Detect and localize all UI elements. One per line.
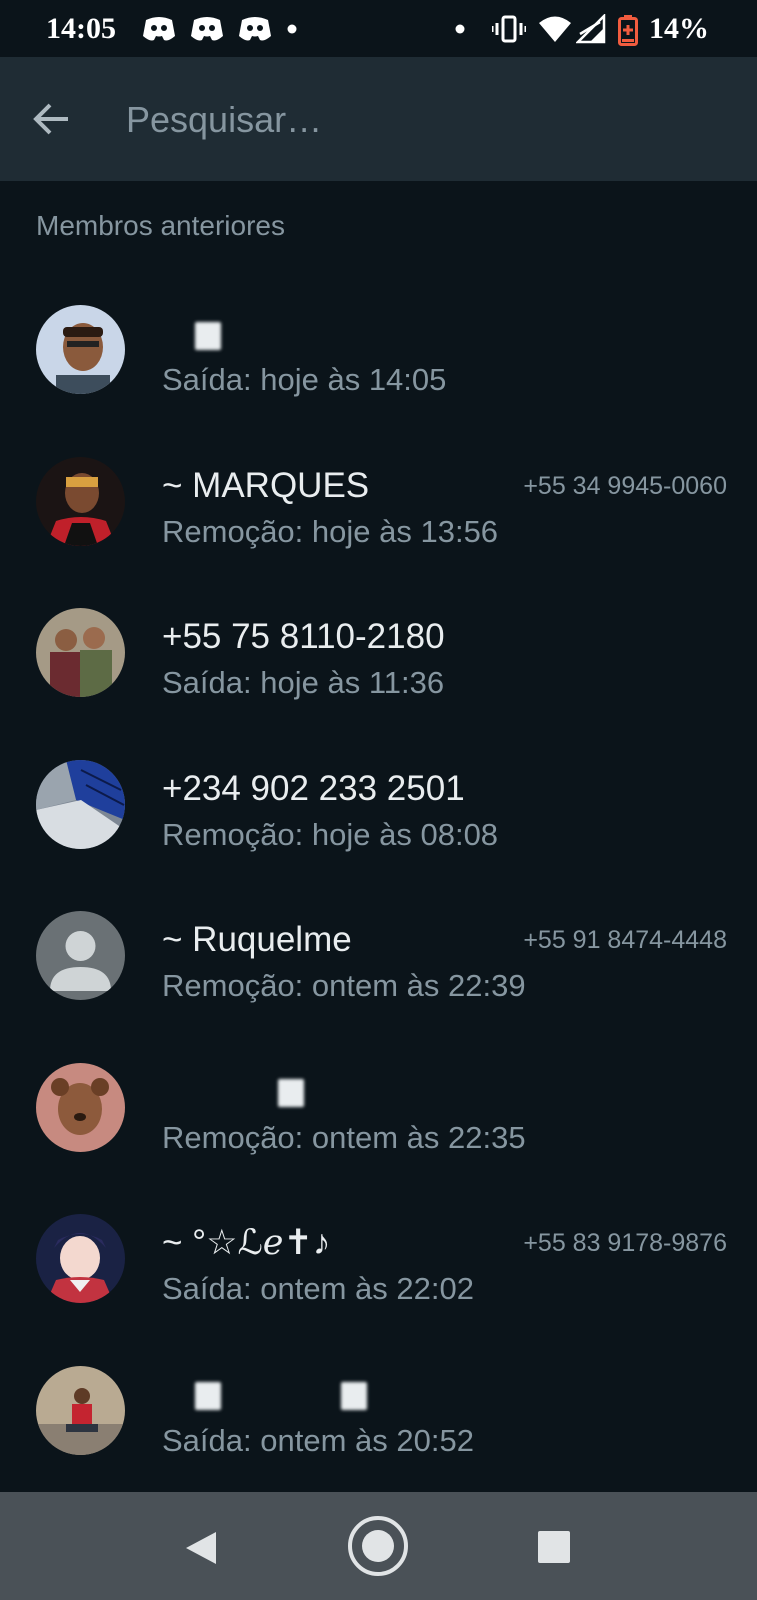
battery-percentage: 14% — [649, 12, 709, 45]
avatar — [36, 305, 125, 394]
avatar — [36, 1062, 125, 1152]
back-arrow-icon[interactable] — [30, 97, 74, 141]
avatar — [36, 1365, 125, 1455]
member-name — [162, 1375, 367, 1415]
wifi-icon — [539, 16, 571, 42]
member-phone: +55 83 9178-9876 — [523, 1229, 727, 1257]
status-time: 14:05 — [46, 12, 116, 45]
section-title: Membros anteriores — [36, 210, 285, 241]
member-status: Saída: ontem às 22:02 — [162, 1271, 474, 1306]
member-name — [162, 314, 221, 354]
member-name: ~ °☆ℒℯ✝♪ — [162, 1223, 331, 1262]
default-avatar — [36, 911, 125, 1000]
redacted-name — [195, 1382, 221, 1411]
avatar — [36, 456, 125, 546]
vibrate-icon — [492, 15, 526, 43]
search-input[interactable] — [124, 91, 718, 149]
list-item[interactable]: ~ MARQUES +55 34 9945-0060 Remoção: hoje… — [0, 420, 757, 572]
member-status: Remoção: hoje às 08:08 — [162, 816, 499, 852]
member-status: Remoção: ontem às 22:35 — [162, 1119, 526, 1155]
member-name: +234 902 233 2501 — [162, 768, 465, 808]
nav-back-icon[interactable] — [184, 1530, 218, 1566]
avatar — [36, 608, 125, 697]
discord-icon — [191, 17, 223, 41]
avatar — [36, 759, 125, 849]
dot-icon — [455, 24, 465, 34]
member-phone: +55 34 9945-0060 — [523, 471, 727, 500]
redacted-name — [340, 1382, 367, 1411]
discord-icon — [143, 17, 175, 41]
signal-icon — [576, 14, 606, 44]
member-name: ~ Ruquelme — [162, 920, 352, 959]
status-bar: 14:05 14% — [0, 0, 757, 57]
system-navigation-bar — [0, 1492, 757, 1600]
redacted-name — [195, 321, 221, 350]
battery-icon — [618, 15, 638, 46]
list-item[interactable]: Saída: ontem às 20:52 — [0, 1329, 757, 1481]
list-item[interactable]: Saída: hoje às 14:05 — [0, 268, 757, 420]
avatar — [36, 1214, 125, 1303]
person-placeholder-icon — [36, 911, 125, 1000]
list-item[interactable]: +55 75 8110-2180 Saída: hoje às 11:36 — [0, 571, 757, 723]
member-name — [162, 1072, 304, 1112]
dot-icon — [287, 24, 297, 34]
member-status: Remoção: hoje às 13:56 — [162, 513, 499, 549]
member-name: ~ MARQUES — [162, 465, 370, 505]
discord-icon — [239, 17, 271, 41]
list-item[interactable]: +234 902 233 2501 Remoção: hoje às 08:08 — [0, 723, 757, 875]
member-status: Remoção: ontem às 22:39 — [162, 968, 526, 1003]
redacted-name — [278, 1079, 304, 1108]
nav-home-icon[interactable] — [346, 1514, 410, 1578]
member-phone: +55 91 8474-4448 — [523, 926, 727, 954]
member-status: Saída: hoje às 14:05 — [162, 362, 447, 397]
nav-recents-icon[interactable] — [537, 1530, 571, 1564]
past-members-list: Saída: hoje às 14:05 ~ MARQUES +55 34 99… — [0, 268, 757, 1480]
list-item[interactable]: Remoção: ontem às 22:35 — [0, 1026, 757, 1178]
list-item[interactable]: ~ Ruquelme +55 91 8474-4448 Remoção: ont… — [0, 874, 757, 1026]
member-status: Saída: hoje às 11:36 — [162, 665, 445, 700]
member-name: +55 75 8110-2180 — [162, 617, 445, 656]
search-toolbar — [0, 57, 757, 181]
member-status: Saída: ontem às 20:52 — [162, 1422, 474, 1458]
list-item[interactable]: ~ °☆ℒℯ✝♪ +55 83 9178-9876 Saída: ontem à… — [0, 1177, 757, 1329]
